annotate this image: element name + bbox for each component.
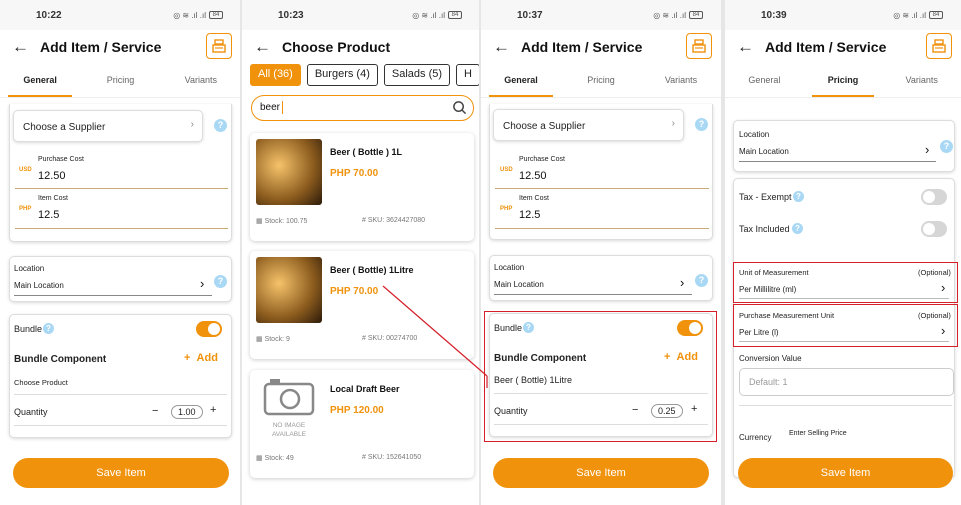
- connector-arrow: [382, 285, 488, 388]
